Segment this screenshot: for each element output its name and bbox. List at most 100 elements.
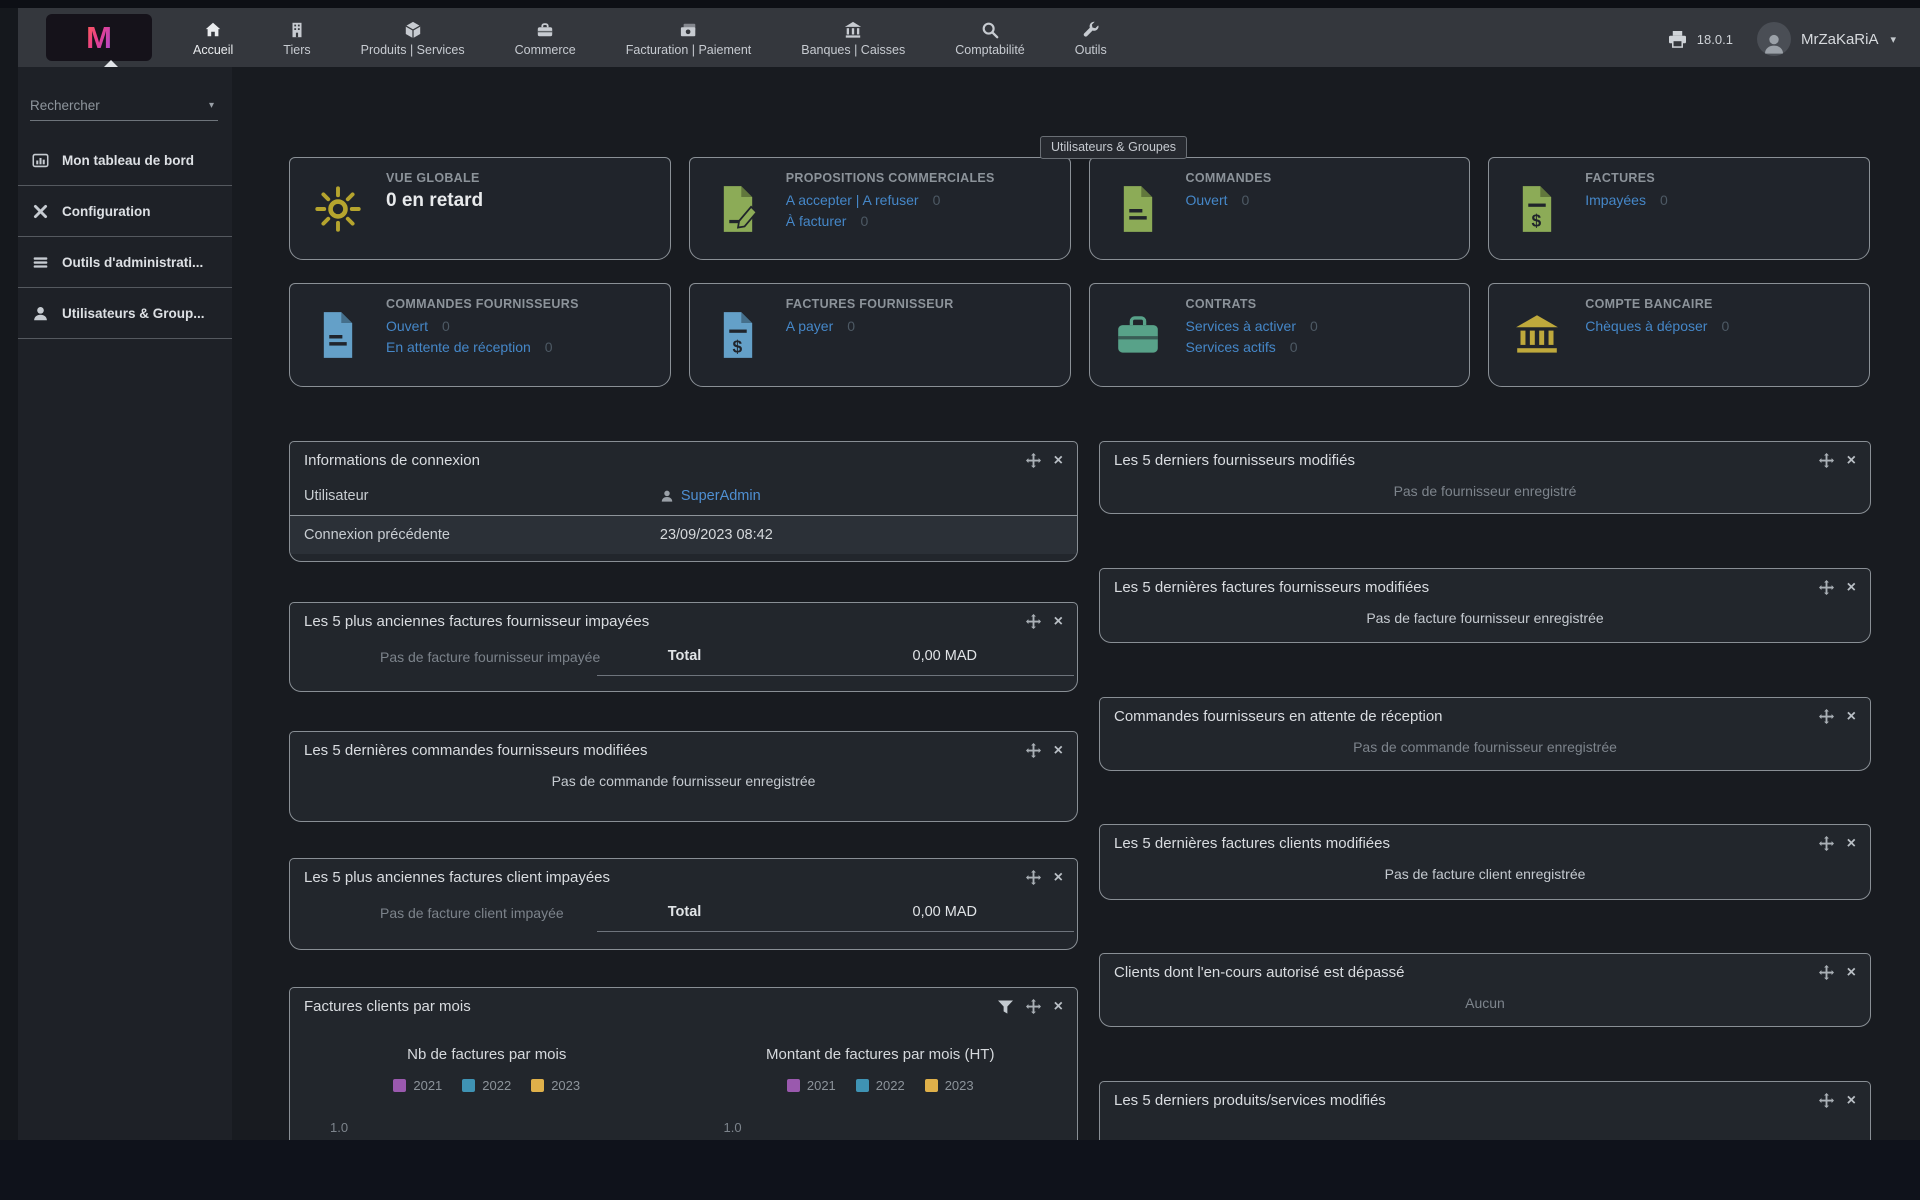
widget-title: Les 5 dernières factures clients modifié… [1114, 835, 1819, 852]
search-input[interactable] [30, 98, 209, 113]
nav-comptabilite[interactable]: Comptabilité [930, 14, 1049, 64]
move-icon[interactable] [1819, 1093, 1834, 1108]
legend-label[interactable]: 2021 [807, 1078, 836, 1093]
nav-label: Comptabilité [955, 43, 1024, 57]
close-icon[interactable]: × [1847, 1093, 1856, 1109]
widget-informations-connexion: Informations de connexion × Utilisateur … [289, 441, 1078, 562]
caret-down-icon[interactable]: ▾ [209, 100, 218, 111]
nav-produits-services[interactable]: Produits | Services [336, 14, 490, 64]
avatar[interactable] [1757, 22, 1791, 56]
chart-montant-factures: Montant de factures par mois (HT) 2021 2… [684, 1032, 1078, 1093]
card-title: VUE GLOBALE [386, 171, 483, 185]
empty-message: Pas de commande fournisseur enregistrée [290, 766, 1077, 789]
close-icon[interactable]: × [1054, 743, 1063, 759]
move-icon[interactable] [1819, 836, 1834, 851]
cube-icon [404, 21, 422, 39]
nav-outils[interactable]: Outils [1050, 14, 1132, 64]
widget-title: Clients dont l'en-cours autorisé est dép… [1114, 964, 1819, 981]
widget-title: Les 5 plus anciennes factures client imp… [304, 869, 1026, 886]
move-icon[interactable] [1026, 743, 1041, 758]
card-link[interactable]: Ouvert [386, 318, 428, 334]
widget-oldest-customer-invoices: Les 5 plus anciennes factures client imp… [289, 858, 1078, 950]
empty-message: Pas de facture fournisseur enregistrée [1100, 603, 1870, 626]
widget-title: Les 5 derniers fournisseurs modifiés [1114, 452, 1819, 469]
app-logo[interactable]: M [46, 14, 152, 61]
legend-swatch [787, 1079, 800, 1092]
close-icon[interactable]: × [1054, 614, 1063, 630]
close-icon[interactable]: × [1847, 965, 1856, 981]
nav-commerce[interactable]: Commerce [490, 14, 601, 64]
sidebar-item-configuration[interactable]: Configuration [18, 186, 232, 237]
sidebar-item-dashboard[interactable]: Mon tableau de bord [18, 135, 232, 186]
move-icon[interactable] [1026, 614, 1041, 629]
nav-banques-caisses[interactable]: Banques | Caisses [776, 14, 930, 64]
move-icon[interactable] [1026, 999, 1041, 1014]
close-icon[interactable]: × [1054, 453, 1063, 469]
logo-letter: M [86, 22, 112, 53]
close-icon[interactable]: × [1847, 709, 1856, 725]
legend-label[interactable]: 2021 [413, 1078, 442, 1093]
close-icon[interactable]: × [1054, 999, 1063, 1015]
nav-tiers[interactable]: Tiers [258, 14, 335, 64]
card-count: 0 [860, 213, 868, 229]
move-icon[interactable] [1819, 709, 1834, 724]
file-dollar-icon [716, 311, 760, 359]
move-icon[interactable] [1026, 870, 1041, 885]
card-link[interactable]: A payer [786, 318, 833, 334]
move-icon[interactable] [1819, 965, 1834, 980]
legend-label[interactable]: 2023 [945, 1078, 974, 1093]
total-label: Total [668, 648, 702, 664]
card-link[interactable]: Ouvert [1186, 192, 1228, 208]
total-label: Total [668, 904, 702, 920]
nav-accueil[interactable]: Accueil [168, 14, 258, 64]
card-link[interactable]: Impayées [1585, 192, 1646, 208]
card-link[interactable]: À facturer [786, 213, 847, 229]
card-propositions-commerciales: PROPOSITIONS COMMERCIALES A accepter | A… [689, 157, 1071, 260]
bank-icon [844, 21, 862, 39]
legend-label[interactable]: 2022 [482, 1078, 511, 1093]
printer-icon[interactable] [1668, 31, 1687, 48]
superadmin-link[interactable]: SuperAdmin [681, 488, 761, 504]
y-axis-tick: 1.0 [330, 1120, 348, 1135]
sidebar-item-admin-tools[interactable]: Outils d'administrati... [18, 237, 232, 288]
user-icon [32, 305, 49, 322]
sidebar-item-users-groups[interactable]: Utilisateurs & Group... [18, 288, 232, 339]
card-commandes-fournisseurs: COMMANDES FOURNISSEURS Ouvert0 En attent… [289, 283, 671, 387]
close-icon[interactable]: × [1847, 453, 1856, 469]
close-icon[interactable]: × [1847, 836, 1856, 852]
filter-icon[interactable] [998, 1000, 1013, 1014]
card-title: COMPTE BANCAIRE [1585, 297, 1729, 311]
move-icon[interactable] [1026, 453, 1041, 468]
sun-icon [315, 186, 361, 232]
legend-label[interactable]: 2022 [876, 1078, 905, 1093]
move-icon[interactable] [1819, 453, 1834, 468]
magnifier-icon [981, 21, 999, 39]
move-icon[interactable] [1819, 580, 1834, 595]
close-icon[interactable]: × [1054, 870, 1063, 886]
widget-last-suppliers: Les 5 derniers fournisseurs modifiés × P… [1099, 441, 1871, 514]
sidebar-item-label: Mon tableau de bord [62, 153, 194, 168]
nav-label: Commerce [515, 43, 576, 57]
card-count: 0 [1310, 318, 1318, 334]
card-link[interactable]: En attente de réception [386, 339, 531, 355]
empty-message: Pas de fournisseur enregistré [1100, 476, 1870, 499]
card-count: 0 [933, 192, 941, 208]
list-icon [32, 254, 49, 271]
version-label: 18.0.1 [1697, 32, 1733, 47]
card-link[interactable]: A accepter | A refuser [786, 192, 919, 208]
legend-swatch [856, 1079, 869, 1092]
card-link[interactable]: Services à activer [1186, 318, 1296, 334]
chart-legend: 2021 2022 2023 [290, 1078, 684, 1093]
chevron-down-icon[interactable]: ▾ [1890, 33, 1896, 46]
card-link[interactable]: Services actifs [1186, 339, 1276, 355]
empty-message: Pas de facture client enregistrée [1100, 859, 1870, 882]
top-bar: M Accueil Tiers Produits | Services Comm… [0, 8, 1920, 67]
card-link[interactable]: Chèques à déposer [1585, 318, 1707, 334]
building-icon [288, 21, 306, 39]
legend-label[interactable]: 2023 [551, 1078, 580, 1093]
nav-facturation-paiement[interactable]: Facturation | Paiement [601, 14, 777, 64]
close-icon[interactable]: × [1847, 580, 1856, 596]
username[interactable]: MrZaKaRiA [1801, 31, 1879, 48]
row-label: Utilisateur [304, 488, 368, 504]
widget-title: Les 5 plus anciennes factures fournisseu… [304, 613, 1026, 630]
